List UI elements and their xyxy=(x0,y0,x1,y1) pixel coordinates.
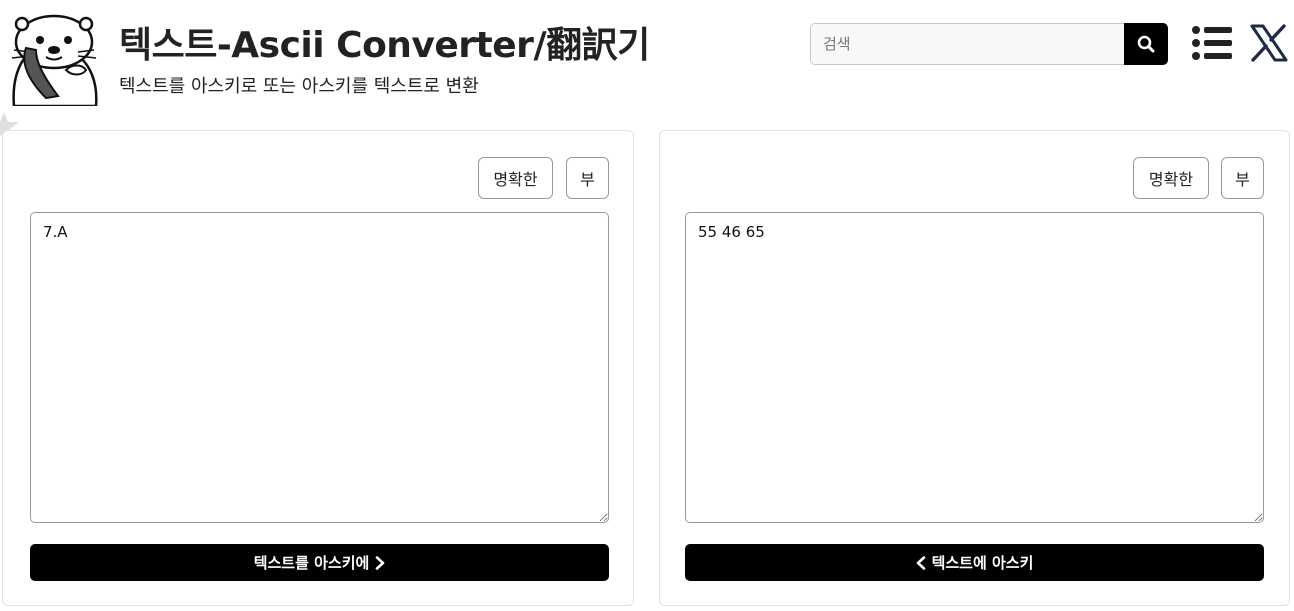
page-title: 텍스트-Ascii Converter/翻訳기 xyxy=(119,25,650,66)
list-menu-icon[interactable] xyxy=(1191,24,1233,62)
x-logo-icon[interactable] xyxy=(1250,24,1288,62)
text-to-ascii-button[interactable]: 텍스트를 아스키에 xyxy=(30,544,609,581)
search-icon xyxy=(1137,35,1155,53)
text-panel: 명확한 부 7.A 텍스트를 아스키에 xyxy=(2,130,634,606)
convert-label: 텍스트에 아스키 xyxy=(931,554,1034,572)
chevron-right-icon xyxy=(376,555,385,570)
otter-mascot-icon[interactable] xyxy=(6,12,102,106)
search-bar xyxy=(810,23,1168,65)
convert-label: 텍스트를 아스키에 xyxy=(253,554,370,572)
text-input-area[interactable]: 7.A xyxy=(30,212,609,523)
site-header: 텍스트-Ascii Converter/翻訳기 텍스트를 아스키로 또는 아스키… xyxy=(0,0,1294,118)
page-subtitle: 텍스트를 아스키로 또는 아스키를 텍스트로 변환 xyxy=(119,76,479,97)
search-input[interactable] xyxy=(810,23,1124,65)
copy-button[interactable]: 부 xyxy=(566,157,609,199)
ascii-input-area[interactable]: 55 46 65 xyxy=(685,212,1264,523)
search-button[interactable] xyxy=(1124,23,1168,65)
clear-button[interactable]: 명확한 xyxy=(1133,157,1209,199)
clear-button[interactable]: 명확한 xyxy=(478,157,553,199)
ascii-to-text-button[interactable]: 텍스트에 아스키 xyxy=(685,544,1264,581)
copy-button[interactable]: 부 xyxy=(1221,157,1264,199)
ascii-panel: 명확한 부 55 46 65 텍스트에 아스키 xyxy=(659,130,1290,606)
chevron-left-icon xyxy=(916,555,925,570)
